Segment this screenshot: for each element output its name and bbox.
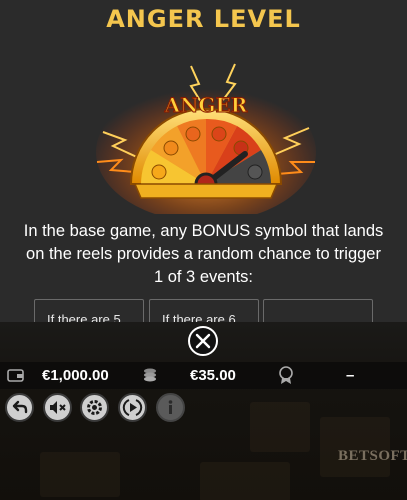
anger-meter-illustration: ANGER bbox=[96, 63, 316, 214]
description-text: In the base game, any BONUS symbol that … bbox=[23, 222, 384, 286]
betsoft-logo: BETSOFT bbox=[338, 448, 407, 464]
help-panel: ANGER LEVEL ANGER In the base game, any … bbox=[0, 0, 407, 322]
settings-icon bbox=[87, 400, 102, 415]
autoplay-icon bbox=[122, 399, 143, 416]
event-card-text: If there are 6 bbox=[162, 312, 236, 322]
coins-icon bbox=[144, 368, 156, 382]
balance-value: €1,000.00 bbox=[42, 367, 109, 384]
event-cards: If there are 5 If there are 6 bbox=[34, 299, 374, 322]
close-button[interactable] bbox=[188, 326, 218, 356]
info-icon bbox=[168, 400, 173, 414]
autoplay-button[interactable] bbox=[118, 393, 147, 422]
mute-icon bbox=[50, 401, 66, 414]
back-button[interactable] bbox=[5, 393, 34, 422]
back-icon bbox=[12, 400, 28, 414]
page-title: ANGER LEVEL bbox=[106, 5, 301, 33]
meter-label: ANGER bbox=[164, 93, 248, 117]
event-card: If there are 5 bbox=[34, 299, 144, 322]
bet-value: €35.00 bbox=[190, 367, 236, 384]
wallet-icon bbox=[7, 369, 24, 382]
mute-button[interactable] bbox=[43, 393, 72, 422]
event-card bbox=[263, 299, 373, 322]
close-icon bbox=[195, 333, 211, 349]
event-card: If there are 6 bbox=[149, 299, 259, 322]
award-icon bbox=[279, 366, 293, 384]
settings-button[interactable] bbox=[80, 393, 109, 422]
info-bar: €1,000.00 €35.00 – bbox=[0, 362, 407, 389]
win-value: – bbox=[346, 367, 355, 384]
event-card-text: If there are 5 bbox=[47, 312, 121, 322]
info-button[interactable] bbox=[156, 393, 185, 422]
